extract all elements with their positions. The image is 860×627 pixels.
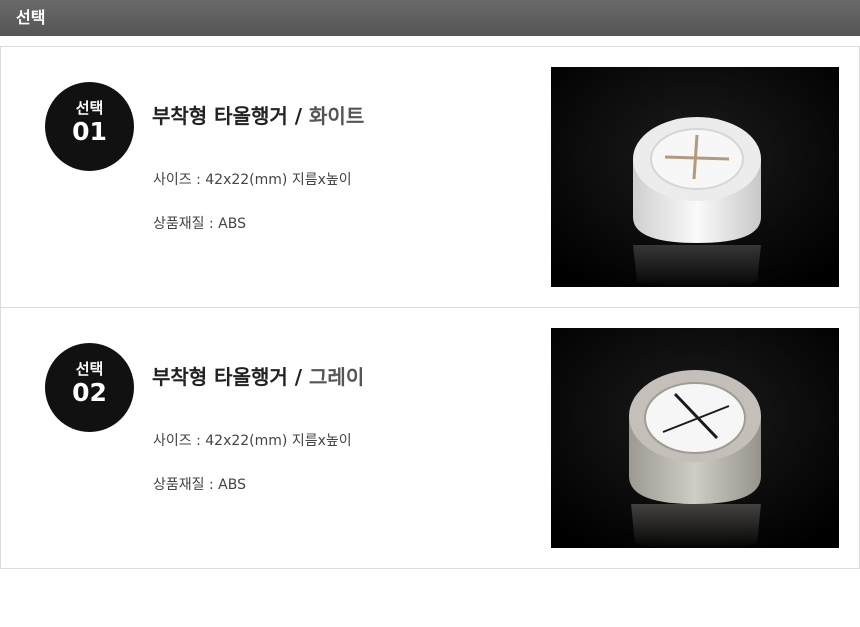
badge-number: 02 [72, 378, 107, 407]
product-name: 부착형 타올행거 [152, 365, 288, 389]
product-photo [551, 67, 839, 287]
material-spec: 상품재질 : ABS [153, 216, 246, 232]
product-variant: 그레이 [309, 365, 365, 389]
badge-label: 선택 [75, 360, 104, 378]
option-item-2: 선택 02 부착형 타올행거 / 그레이 사이즈 : 42x22(mm) 지름x… [0, 307, 860, 569]
product-photo [551, 328, 839, 548]
product-name: 부착형 타올행거 [152, 104, 288, 128]
product-variant: 화이트 [309, 104, 365, 128]
material-spec: 상품재질 : ABS [153, 477, 246, 493]
option-badge: 선택 02 [45, 343, 134, 432]
product-title: 부착형 타올행거 / 그레이 [152, 361, 364, 390]
section-title: 선택 [16, 8, 46, 27]
size-spec: 사이즈 : 42x22(mm) 지름x높이 [153, 433, 352, 449]
title-separator: / [294, 104, 303, 128]
option-list: 선택 01 부착형 타올행거 / 화이트 사이즈 : 42x22(mm) 지름x… [0, 46, 860, 569]
title-separator: / [294, 365, 303, 389]
badge-number: 01 [72, 117, 107, 146]
product-title: 부착형 타올행거 / 화이트 [152, 100, 364, 129]
size-spec: 사이즈 : 42x22(mm) 지름x높이 [153, 172, 352, 188]
option-item-1: 선택 01 부착형 타올행거 / 화이트 사이즈 : 42x22(mm) 지름x… [0, 46, 860, 308]
badge-label: 선택 [75, 99, 104, 117]
option-badge: 선택 01 [45, 82, 134, 171]
section-header: 선택 [0, 0, 860, 36]
